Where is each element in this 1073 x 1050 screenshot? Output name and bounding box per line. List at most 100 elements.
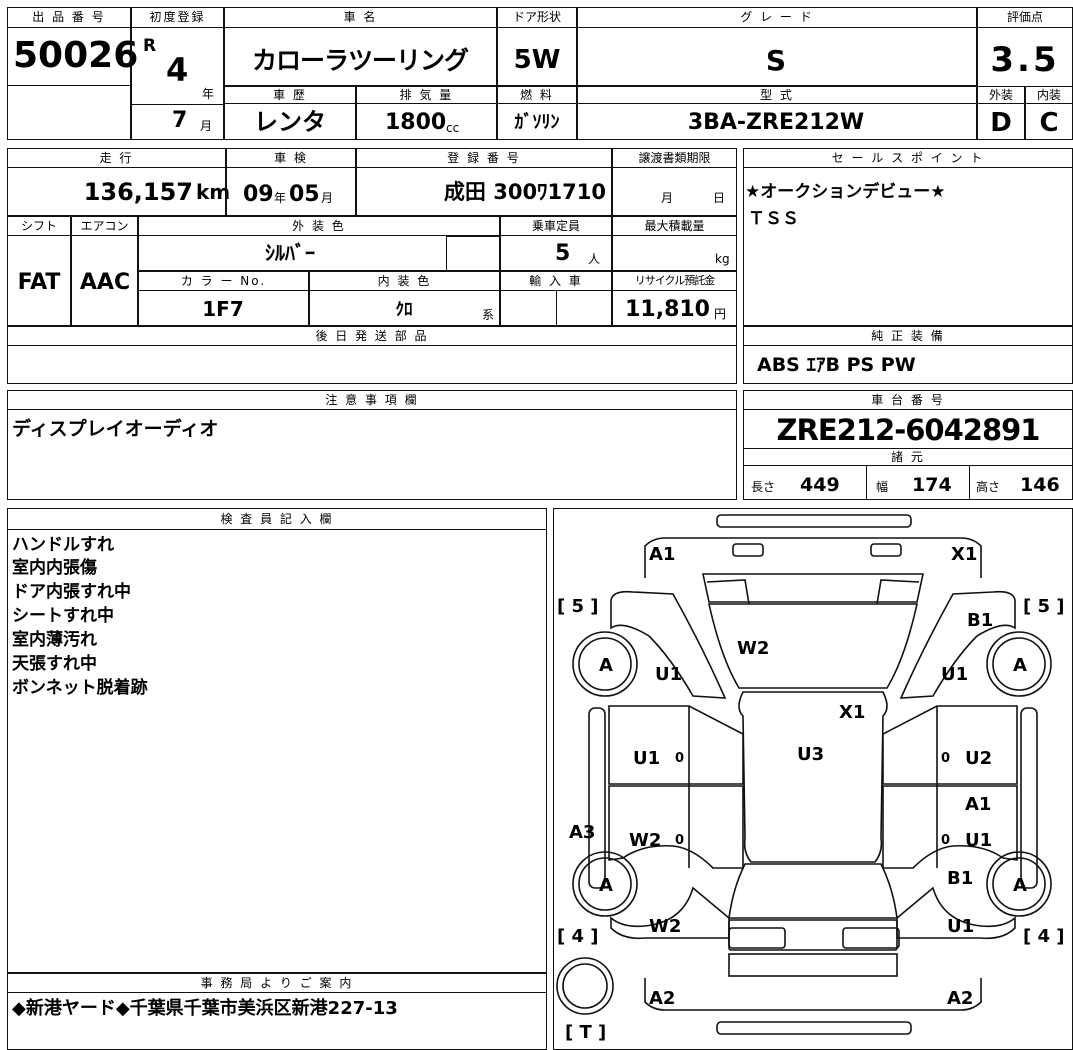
color-no-label: カ ラ ー No. — [138, 271, 309, 291]
mark-front-left: A1 — [649, 544, 675, 565]
transfer-deadline-month-unit: 月 — [661, 191, 674, 205]
score-value: 3.5 — [990, 40, 1060, 80]
max-load-label: 最大積載量 — [612, 216, 737, 236]
chassis-value: ZRE212-6042891 — [776, 413, 1041, 447]
mark-roof: U3 — [797, 744, 824, 765]
mark-left-front-door-zero: 0 — [675, 751, 684, 766]
notes-value: ディスプレイオーディオ — [12, 418, 219, 440]
tire-rear-left-grade: A — [599, 875, 613, 896]
registration-value: 成田 300ﾜ1710 — [443, 180, 606, 204]
capacity-unit: 人 — [588, 252, 601, 266]
color-no-value: 1F7 — [202, 297, 244, 321]
recycle-fee-unit: 円 — [714, 307, 727, 321]
inspector-line-7: ボンネット脱着跡 — [12, 678, 148, 698]
shift-value: FAT — [17, 270, 61, 295]
mark-right-front-fender-top: B1 — [967, 610, 993, 631]
grade-label: グ レ ー ド — [577, 7, 977, 28]
first-registration-divider — [131, 104, 224, 105]
inspector-line-1: ハンドルすれ — [12, 535, 114, 555]
model-code-label: 型 式 — [577, 86, 977, 104]
displacement-label: 排 気 量 — [356, 86, 497, 104]
interior-color-label: 内 装 色 — [309, 271, 500, 291]
right-rear-door-panel — [882, 785, 1018, 869]
rear-glass — [728, 863, 898, 919]
mark-right-rear-bottom: U1 — [947, 916, 974, 937]
mark-right-front-fender: U1 — [941, 664, 968, 685]
exterior-grade-label: 外装 — [977, 86, 1025, 104]
lot-number-label: 出 品 番 号 — [7, 7, 131, 28]
mark-left-front-door: U1 — [633, 748, 660, 769]
mark-right-front-door: U2 — [965, 748, 992, 769]
left-front-door-panel — [608, 705, 744, 785]
history-value: レンタ — [254, 108, 326, 136]
lot-number-divider — [7, 85, 131, 86]
exterior-grade-value: D — [990, 108, 1012, 138]
import-label: 輸 入 車 — [500, 271, 612, 291]
length-value: 449 — [800, 474, 840, 496]
door-type-label: ドア形状 — [497, 7, 577, 28]
import-divider — [556, 291, 557, 326]
transfer-deadline-label: 譲渡書類期限 — [612, 148, 737, 168]
notes-label: 注 意 事 項 欄 — [7, 390, 737, 410]
recycle-fee-label: リサイクル預託金 — [612, 271, 737, 291]
later-parts-label: 後 日 発 送 部 品 — [7, 326, 737, 346]
model-code-value: 3BA-ZRE212W — [687, 110, 865, 135]
left-headlight — [732, 543, 764, 557]
inspection-label: 車 検 — [226, 148, 356, 168]
aircon-label: エアコン — [71, 216, 138, 236]
exterior-color-subcell — [446, 236, 500, 271]
tire-bracket-fl: [ 5 ] — [557, 596, 599, 617]
spare-tire — [556, 957, 614, 1015]
max-load-unit: kg — [715, 252, 730, 266]
interior-color-unit: 系 — [482, 308, 495, 322]
mark-rear-right: A2 — [947, 988, 973, 1009]
mileage-label: 走 行 — [7, 148, 226, 168]
dimensions-label: 諸 元 — [743, 448, 1073, 466]
interior-color-value: ｸﾛ — [395, 300, 413, 320]
mileage-value: 136,157 — [83, 178, 193, 206]
front-bumper — [716, 514, 912, 528]
sales-points-label: セ ー ル ス ポ イ ン ト — [743, 148, 1073, 168]
first-registration-year: 4 — [166, 51, 189, 89]
inspector-line-4: シートすれ中 — [12, 606, 114, 626]
first-registration-month-unit: 月 — [200, 119, 213, 133]
aircon-value: AAC — [79, 270, 131, 295]
interior-grade-value: C — [1039, 108, 1059, 138]
genuine-equipment-value: ABS ｴｱB PS PW — [757, 354, 916, 376]
exterior-color-label: 外 装 色 — [138, 216, 500, 236]
fuel-value: ｶﾞｿﾘﾝ — [514, 112, 560, 133]
mark-left-rocker: A3 — [569, 822, 595, 843]
tire-bracket-fr: [ 5 ] — [1023, 596, 1065, 617]
interior-grade-label: 内装 — [1025, 86, 1073, 104]
grade-value: S — [765, 44, 787, 77]
tire-rear-right-grade: A — [1013, 875, 1027, 896]
rear-bumper — [716, 1021, 912, 1035]
inspector-line-6: 天張すれ中 — [12, 654, 97, 674]
mark-left-front-fender: U1 — [655, 664, 682, 685]
inspector-line-5: 室内薄汚れ — [12, 630, 97, 650]
height-value: 146 — [1020, 474, 1060, 496]
chassis-label: 車 台 番 号 — [743, 390, 1073, 410]
mark-left-rear-door: W2 — [629, 830, 661, 851]
exterior-color-value: ｼﾙﾊﾞｰ — [265, 241, 315, 265]
mark-right-rear-door-zero: 0 — [941, 833, 950, 848]
mark-roof-front: X1 — [839, 702, 865, 723]
mark-right-rear-door: U1 — [965, 830, 992, 851]
tire-bracket-rr: [ 4 ] — [1023, 926, 1065, 947]
car-name-label: 車 名 — [224, 7, 497, 28]
left-rear-door-panel — [608, 785, 744, 869]
transfer-deadline-day-unit: 日 — [713, 191, 726, 205]
rear-license-area — [728, 953, 898, 977]
dimensions-divider-2 — [969, 466, 970, 500]
first-registration-year-unit: 年 — [202, 87, 215, 101]
inspection-year: 09 — [243, 182, 274, 207]
score-label: 評価点 — [977, 7, 1073, 28]
spare-tire-label: [ T ] — [565, 1022, 606, 1043]
inspection-month: 05 — [289, 182, 320, 207]
mark-windshield: W2 — [737, 638, 769, 659]
dimensions-divider-1 — [866, 466, 867, 500]
first-registration-label: 初度登録 — [131, 7, 224, 28]
mark-left-rear-door-zero: 0 — [675, 833, 684, 848]
door-type-value: 5W — [513, 45, 561, 75]
mark-front-right: X1 — [951, 544, 977, 565]
